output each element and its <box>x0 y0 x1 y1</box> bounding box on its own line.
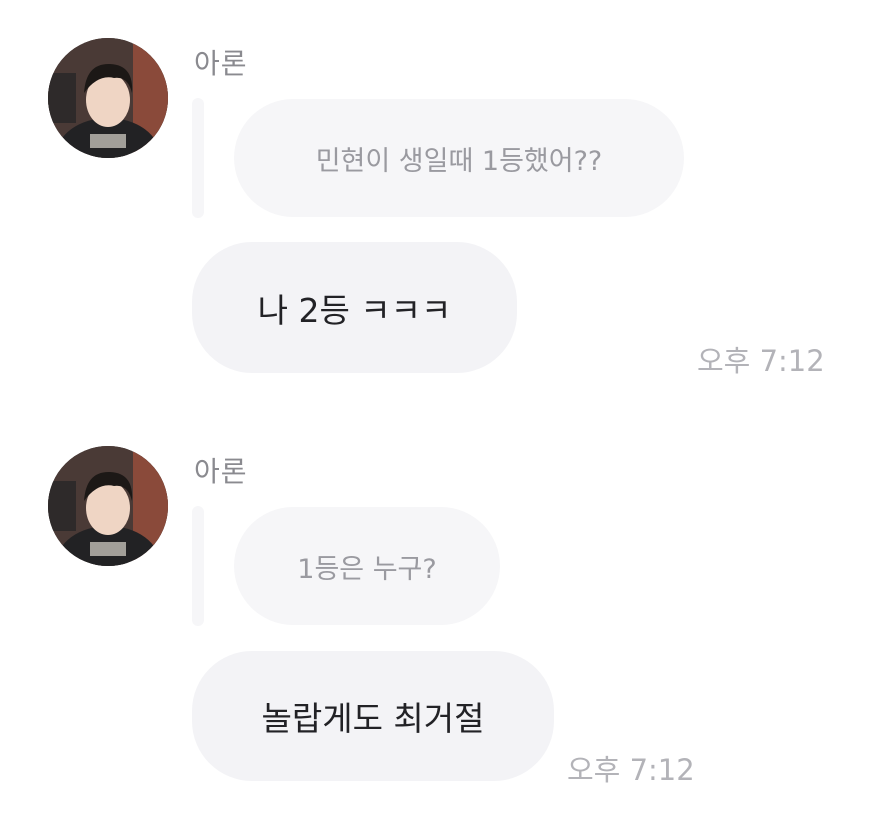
quoted-message-bubble[interactable]: 민현이 생일때 1등했어?? <box>234 99 684 217</box>
sender-name: 아론 <box>194 455 248 488</box>
sender-avatar[interactable] <box>48 38 168 158</box>
reply-indicator-bar <box>192 98 204 218</box>
quoted-message-text: 민현이 생일때 1등했어?? <box>315 145 603 177</box>
avatar-photo-icon <box>48 38 168 158</box>
sender-name: 아론 <box>194 47 248 80</box>
avatar-photo-icon <box>48 446 168 566</box>
sender-avatar[interactable] <box>48 446 168 566</box>
message-timestamp: 오후 7:12 <box>567 753 695 787</box>
message-text: 나 2등 ㅋㅋㅋ <box>257 290 452 330</box>
reply-indicator-bar <box>192 506 204 626</box>
message-text: 놀랍게도 최거절 <box>261 699 485 738</box>
message-timestamp: 오후 7:12 <box>697 344 825 378</box>
message-bubble[interactable]: 나 2등 ㅋㅋㅋ <box>192 242 517 373</box>
quoted-message-bubble[interactable]: 1등은 누구? <box>234 507 500 625</box>
message-bubble[interactable]: 놀랍게도 최거절 <box>192 651 554 781</box>
quoted-message-text: 1등은 누구? <box>297 553 437 585</box>
